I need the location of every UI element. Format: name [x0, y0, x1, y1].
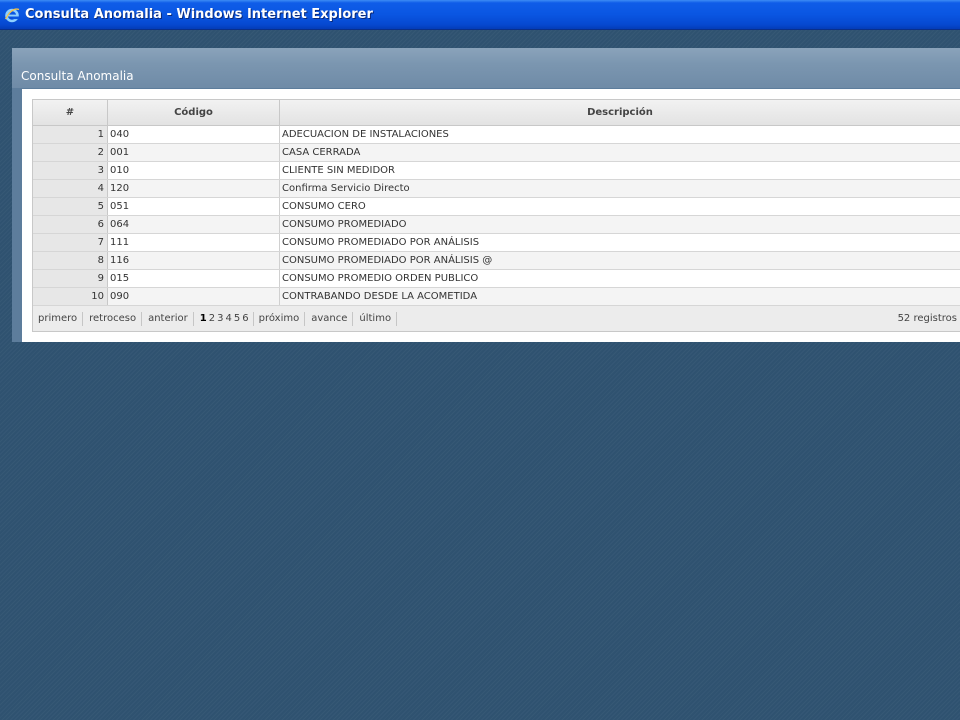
row-number: 7 [33, 234, 108, 251]
row-description: CONSUMO PROMEDIADO POR ANÁLISIS @ [282, 255, 493, 266]
row-number: 4 [33, 180, 108, 197]
row-description: CONTRABANDO DESDE LA ACOMETIDA [282, 291, 478, 302]
table-row[interactable]: 9 015 CONSUMO PROMEDIO ORDEN PUBLICO [33, 270, 960, 288]
window-titlebar: Consulta Anomalia - Windows Internet Exp… [0, 0, 960, 30]
table-row[interactable]: 2 001 CASA CERRADA [33, 144, 960, 162]
panel-header: Consulta Anomalia [12, 48, 960, 88]
row-description: Confirma Servicio Directo [282, 183, 410, 194]
row-code: 010 [108, 162, 280, 179]
row-number: 9 [33, 270, 108, 287]
row-code: 051 [108, 198, 280, 215]
previous-page-link[interactable]: anterior [147, 311, 194, 326]
page-link-4[interactable]: 4 [224, 312, 232, 326]
table-row[interactable]: 4 120 Confirma Servicio Directo [33, 180, 960, 198]
row-number: 2 [33, 144, 108, 161]
row-description: CONSUMO PROMEDIO ORDEN PUBLICO [282, 273, 479, 284]
next-page-link[interactable]: próximo [258, 311, 306, 326]
row-number: 6 [33, 216, 108, 233]
row-description: CONSUMO CERO [282, 201, 366, 212]
row-description: CLIENTE SIN MEDIDOR [282, 165, 395, 176]
page-link-1[interactable]: 1 [199, 312, 208, 326]
column-header-code[interactable]: Código [108, 100, 280, 125]
page-link-2[interactable]: 2 [208, 312, 216, 326]
panel-title: Consulta Anomalia [21, 69, 134, 83]
row-description: CONSUMO PROMEDIADO POR ANÁLISIS [282, 237, 480, 248]
row-number: 1 [33, 126, 108, 143]
page-link-6[interactable]: 6 [241, 312, 249, 326]
forward-link[interactable]: avance [310, 311, 354, 326]
row-number: 8 [33, 252, 108, 269]
grid-header: # Código Descripción [33, 100, 960, 126]
last-page-link[interactable]: último [358, 311, 398, 326]
row-code: 111 [108, 234, 280, 251]
row-code: 090 [108, 288, 280, 305]
internet-explorer-icon [3, 6, 21, 24]
table-row[interactable]: 1 040 ADECUACION DE INSTALACIONES [33, 126, 960, 144]
table-row[interactable]: 3 010 CLIENTE SIN MEDIDOR [33, 162, 960, 180]
row-code: 001 [108, 144, 280, 161]
table-row[interactable]: 6 064 CONSUMO PROMEDIADO [33, 216, 960, 234]
row-code: 120 [108, 180, 280, 197]
table-row[interactable]: 5 051 CONSUMO CERO [33, 198, 960, 216]
rewind-link[interactable]: retroceso [88, 311, 143, 326]
table-row[interactable]: 8 116 CONSUMO PROMEDIADO POR ANÁLISIS @ [33, 252, 960, 270]
column-header-description[interactable]: Descripción [280, 100, 960, 125]
first-page-link[interactable]: primero [37, 311, 84, 326]
row-code: 015 [108, 270, 280, 287]
row-number: 5 [33, 198, 108, 215]
row-number: 3 [33, 162, 108, 179]
row-code: 064 [108, 216, 280, 233]
row-description: CONSUMO PROMEDIADO [282, 219, 407, 230]
page-link-5[interactable]: 5 [233, 312, 241, 326]
window-title: Consulta Anomalia - Windows Internet Exp… [25, 7, 373, 22]
page-link-3[interactable]: 3 [216, 312, 224, 326]
row-description: ADECUACION DE INSTALACIONES [282, 129, 449, 140]
table-row[interactable]: 10 090 CONTRABANDO DESDE LA ACOMETIDA [33, 288, 960, 306]
pagination-bar: primero retroceso anterior 1 2 3 4 5 6 p… [33, 306, 960, 332]
row-code: 040 [108, 126, 280, 143]
record-count: 52 registros [897, 313, 957, 324]
row-number: 10 [33, 288, 108, 305]
anomaly-grid: # Código Descripción 1 040 ADECUACION DE… [32, 99, 960, 332]
row-code: 116 [108, 252, 280, 269]
column-header-number[interactable]: # [33, 100, 108, 125]
page-numbers: 1 2 3 4 5 6 [199, 311, 254, 326]
grid-rows: 1 040 ADECUACION DE INSTALACIONES 2 001 … [33, 126, 960, 306]
row-description: CASA CERRADA [282, 147, 361, 158]
table-row[interactable]: 7 111 CONSUMO PROMEDIADO POR ANÁLISIS [33, 234, 960, 252]
